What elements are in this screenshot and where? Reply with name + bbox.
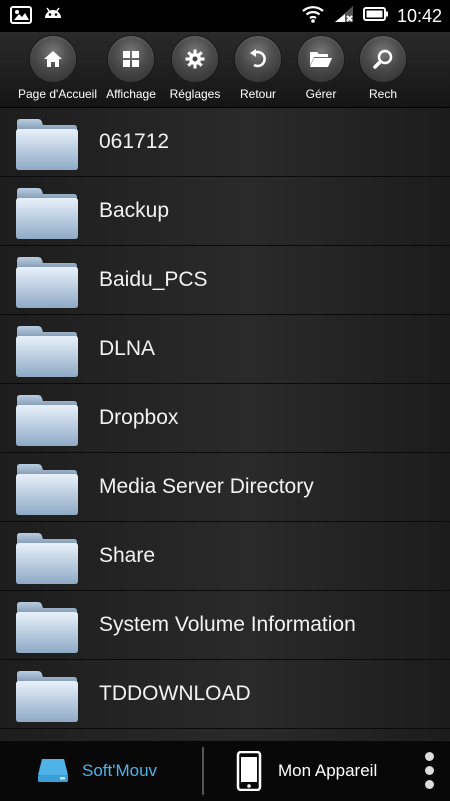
display-label: Affichage — [106, 87, 156, 101]
folder-icon — [14, 183, 80, 246]
display-button[interactable]: Affichage — [96, 35, 166, 105]
folder-icon — [14, 114, 80, 177]
home-button[interactable]: Page d'Accueil — [18, 35, 98, 105]
back-button[interactable]: Retour — [223, 35, 293, 105]
folder-name: Baidu_PCS — [99, 268, 208, 291]
search-label: Rech — [368, 87, 397, 101]
folder-row[interactable]: System Volume Information — [0, 591, 450, 660]
settings-button[interactable]: Réglages — [160, 35, 230, 105]
back-arrow-icon — [234, 35, 282, 83]
gear-icon — [171, 35, 219, 83]
my-device-label: Mon Appareil — [278, 761, 378, 780]
folder-name: TDDOWNLOAD — [99, 682, 251, 705]
folder-name: 061712 — [99, 130, 170, 153]
file-list[interactable]: 061712 Backup Baidu_PCS DLNA Dropbox Media Se… — [0, 108, 450, 740]
wifi-icon — [301, 4, 325, 29]
folder-name: Share — [99, 544, 156, 567]
folder-row[interactable]: TDDOWNLOAD — [0, 660, 450, 729]
folder-icon — [14, 252, 80, 315]
image-notification-icon — [10, 6, 32, 31]
android-icon — [42, 6, 64, 31]
status-bar: 10:42 — [0, 0, 450, 32]
folder-icon — [14, 321, 80, 384]
home-icon — [29, 35, 77, 83]
manage-label: Gérer — [305, 87, 337, 101]
folder-name: System Volume Information — [99, 613, 356, 636]
folder-icon — [14, 666, 80, 729]
signal-icon — [333, 4, 355, 29]
home-label: Page d'Accueil — [18, 87, 98, 101]
search-icon — [359, 35, 407, 83]
folder-row[interactable]: Media Server Directory — [0, 453, 450, 522]
open-folder-icon — [297, 35, 345, 83]
clock: 10:42 — [396, 6, 442, 26]
settings-label: Réglages — [169, 87, 221, 101]
softmouv-label: Soft'Mouv — [82, 761, 158, 780]
toolbar: Page d'Accueil Affichage Réglages Retour… — [0, 32, 450, 108]
grid-icon — [107, 35, 155, 83]
folder-icon — [14, 528, 80, 591]
battery-icon — [362, 6, 389, 27]
folder-row[interactable]: 061712 — [0, 108, 450, 177]
folder-row[interactable]: ThunderDB — [0, 729, 450, 740]
my-device-button[interactable]: Mon Appareil — [204, 741, 404, 801]
overflow-menu-icon[interactable] — [420, 747, 438, 795]
folder-name: DLNA — [99, 337, 156, 360]
manage-button[interactable]: Gérer — [286, 35, 356, 105]
folder-row[interactable]: DLNA — [0, 315, 450, 384]
folder-row[interactable]: Backup — [0, 177, 450, 246]
drive-icon — [36, 755, 70, 790]
phone-icon — [236, 750, 262, 796]
folder-row[interactable]: Baidu_PCS — [0, 246, 450, 315]
folder-icon — [14, 459, 80, 522]
search-button[interactable]: Rech — [348, 35, 418, 105]
folder-name: Dropbox — [99, 406, 179, 429]
folder-name: Backup — [99, 199, 170, 222]
softmouv-button[interactable]: Soft'Mouv — [0, 741, 202, 801]
folder-icon — [14, 390, 80, 453]
folder-name: Media Server Directory — [99, 475, 314, 498]
folder-icon — [14, 597, 80, 660]
bottom-bar: Soft'Mouv Mon Appareil — [0, 740, 450, 801]
back-label: Retour — [239, 87, 277, 101]
folder-row[interactable]: Dropbox — [0, 384, 450, 453]
folder-row[interactable]: Share — [0, 522, 450, 591]
